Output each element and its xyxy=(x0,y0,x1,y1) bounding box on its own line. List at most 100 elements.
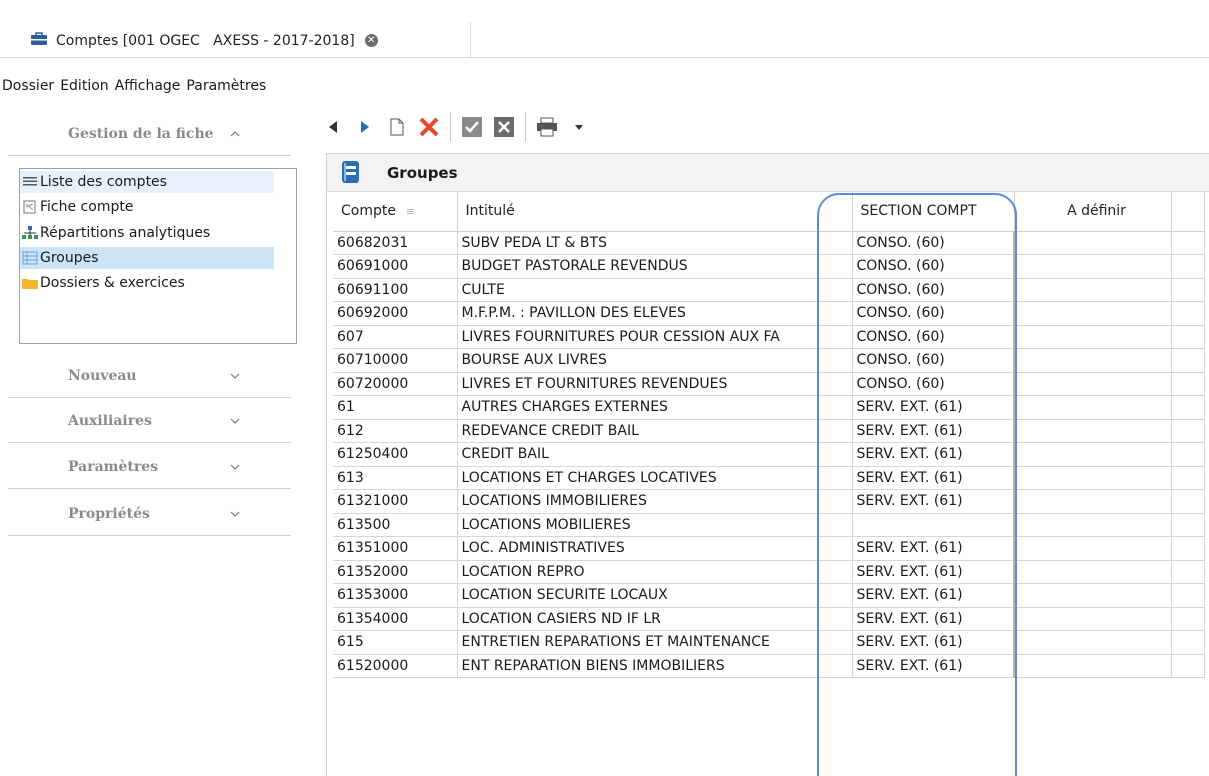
cell-compte[interactable]: 612 xyxy=(333,419,458,443)
column-header-section[interactable]: SECTION COMPT xyxy=(852,192,1015,232)
cell-section[interactable]: CONSO. (60) xyxy=(852,278,1015,302)
cell-section[interactable]: SERV. EXT. (61) xyxy=(852,489,1015,514)
cell-section[interactable]: CONSO. (60) xyxy=(852,372,1015,396)
menu-affichage[interactable]: Affichage xyxy=(115,78,181,94)
cell-compte[interactable]: 607 xyxy=(333,325,458,349)
cell-section[interactable]: CONSO. (60) xyxy=(852,325,1015,349)
section-auxiliaires[interactable]: Auxiliaires xyxy=(8,399,291,443)
table-row[interactable]: 60691000 BUDGET PASTORALE REVENDUS CONSO. … xyxy=(333,254,1205,279)
table-row[interactable]: 61354000 LOCATION CASIERS ND IF LR SERV. E… xyxy=(333,607,1205,631)
cell-a-definir[interactable] xyxy=(1014,536,1172,561)
cell-intitule[interactable]: LOC. ADMINISTRATIVES xyxy=(457,536,853,561)
delete-icon[interactable] xyxy=(416,114,442,140)
table-row[interactable]: 61352000 LOCATION REPRO SERV. EXT. (61) xyxy=(333,560,1205,584)
cell-intitule[interactable]: LOCATIONS MOBILIERES xyxy=(457,513,853,537)
cell-section[interactable]: SERV. EXT. (61) xyxy=(852,560,1015,584)
cell-a-definir[interactable] xyxy=(1014,419,1172,443)
cell-compte[interactable]: 60692000 xyxy=(333,301,458,326)
next-icon[interactable] xyxy=(352,114,378,140)
sort-icon[interactable]: ≡ xyxy=(406,205,415,218)
cell-compte[interactable]: 61 xyxy=(333,395,458,420)
table-row[interactable]: 612 REDEVANCE CREDIT BAIL SERV. EXT. (61) xyxy=(333,419,1205,443)
new-document-icon[interactable] xyxy=(384,114,410,140)
column-header-intitule[interactable]: Intitulé xyxy=(457,192,853,232)
table-row[interactable]: 613 LOCATIONS ET CHARGES LOCATIVES SERV. E… xyxy=(333,466,1205,490)
table-row[interactable]: 60692000 M.F.P.M. : PAVILLON DES ELEVES CO… xyxy=(333,301,1205,326)
cell-intitule[interactable]: CULTE xyxy=(457,278,853,302)
cell-intitule[interactable]: CREDIT BAIL xyxy=(457,442,853,467)
cell-section[interactable]: SERV. EXT. (61) xyxy=(852,536,1015,561)
close-icon[interactable]: ✕ xyxy=(364,34,378,47)
cell-section[interactable]: SERV. EXT. (61) xyxy=(852,419,1015,443)
print-icon[interactable] xyxy=(534,114,560,140)
table-row[interactable]: 61353000 LOCATION SECURITE LOCAUX SERV. EX… xyxy=(333,583,1205,608)
column-header-a-definir[interactable]: A définir xyxy=(1014,192,1172,232)
cell-a-definir[interactable] xyxy=(1014,301,1172,326)
cell-compte[interactable]: 61354000 xyxy=(333,607,458,631)
cell-compte[interactable]: 61352000 xyxy=(333,560,458,584)
cell-intitule[interactable]: LOCATION CASIERS ND IF LR xyxy=(457,607,853,631)
cell-intitule[interactable]: M.F.P.M. : PAVILLON DES ELEVES xyxy=(457,301,853,326)
cell-section[interactable]: CONSO. (60) xyxy=(852,301,1015,326)
cell-a-definir[interactable] xyxy=(1014,560,1172,584)
cell-intitule[interactable]: ENT REPARATION BIENS IMMOBILIERS xyxy=(457,654,853,678)
document-tab[interactable]: Comptes [001 OGEC AXESS - 2017-2018] ✕ xyxy=(20,23,388,58)
cell-intitule[interactable]: ENTRETIEN REPARATIONS ET MAINTENANCE xyxy=(457,630,853,655)
table-row[interactable]: 613500 LOCATIONS MOBILIERES xyxy=(333,513,1205,537)
cell-intitule[interactable]: LOCATION REPRO xyxy=(457,560,853,584)
cell-compte[interactable]: 60691100 xyxy=(333,278,458,302)
cell-compte[interactable]: 615 xyxy=(333,630,458,655)
cell-compte[interactable]: 613500 xyxy=(333,513,458,537)
menu-dossier[interactable]: Dossier xyxy=(2,78,54,94)
menu-edition[interactable]: Edition xyxy=(60,78,108,94)
cell-compte[interactable]: 61321000 xyxy=(333,489,458,514)
cell-compte[interactable]: 613 xyxy=(333,466,458,490)
column-header-compte[interactable]: Compte ≡ xyxy=(333,192,458,232)
cell-a-definir[interactable] xyxy=(1014,607,1172,631)
cell-a-definir[interactable] xyxy=(1014,466,1172,490)
cell-compte[interactable]: 60682031 xyxy=(333,231,458,255)
cell-intitule[interactable]: BOURSE AUX LIVRES xyxy=(457,348,853,373)
cell-intitule[interactable]: SUBV PEDA LT & BTS xyxy=(457,231,853,255)
cell-intitule[interactable]: LIVRES ET FOURNITURES REVENDUES xyxy=(457,372,853,396)
menu-parametres[interactable]: Paramètres xyxy=(186,78,266,94)
prev-icon[interactable] xyxy=(320,114,346,140)
table-row[interactable]: 60710000 BOURSE AUX LIVRES CONSO. (60) xyxy=(333,348,1205,373)
nav-item-liste-comptes[interactable]: Liste des comptes xyxy=(20,171,274,193)
cell-section[interactable]: SERV. EXT. (61) xyxy=(852,654,1015,678)
cell-compte[interactable]: 61250400 xyxy=(333,442,458,467)
section-parametres[interactable]: Paramètres xyxy=(8,445,291,489)
cell-intitule[interactable]: BUDGET PASTORALE REVENDUS xyxy=(457,254,853,279)
cell-compte[interactable]: 60691000 xyxy=(333,254,458,279)
cell-section[interactable]: SERV. EXT. (61) xyxy=(852,442,1015,467)
cell-a-definir[interactable] xyxy=(1014,254,1172,279)
cell-a-definir[interactable] xyxy=(1014,231,1172,255)
cell-a-definir[interactable] xyxy=(1014,278,1172,302)
cell-a-definir[interactable] xyxy=(1014,325,1172,349)
cell-compte[interactable]: 61520000 xyxy=(333,654,458,678)
table-row[interactable]: 60720000 LIVRES ET FOURNITURES REVENDUES C… xyxy=(333,372,1205,396)
table-row[interactable]: 61250400 CREDIT BAIL SERV. EXT. (61) xyxy=(333,442,1205,467)
cell-section[interactable] xyxy=(852,513,1015,537)
cell-section[interactable]: CONSO. (60) xyxy=(852,254,1015,279)
nav-item-groupes[interactable]: Groupes xyxy=(20,247,274,269)
table-row[interactable]: 60682031 SUBV PEDA LT & BTS CONSO. (60) xyxy=(333,231,1205,255)
cell-intitule[interactable]: LOCATION SECURITE LOCAUX xyxy=(457,583,853,608)
section-gestion[interactable]: Gestion de la fiche xyxy=(8,112,291,156)
cell-section[interactable]: SERV. EXT. (61) xyxy=(852,583,1015,608)
section-nouveau[interactable]: Nouveau xyxy=(8,354,291,398)
table-row[interactable]: 615 ENTRETIEN REPARATIONS ET MAINTENANCE S… xyxy=(333,630,1205,655)
table-row[interactable]: 607 LIVRES FOURNITURES POUR CESSION AUX F… xyxy=(333,325,1205,349)
cell-intitule[interactable]: LIVRES FOURNITURES POUR CESSION AUX FA xyxy=(457,325,853,349)
cell-a-definir[interactable] xyxy=(1014,489,1172,514)
cell-a-definir[interactable] xyxy=(1014,348,1172,373)
cell-compte[interactable]: 60710000 xyxy=(333,348,458,373)
cell-a-definir[interactable] xyxy=(1014,442,1172,467)
cell-section[interactable]: SERV. EXT. (61) xyxy=(852,630,1015,655)
cell-compte[interactable]: 61351000 xyxy=(333,536,458,561)
cell-section[interactable]: SERV. EXT. (61) xyxy=(852,607,1015,631)
validate-icon[interactable] xyxy=(459,114,485,140)
cell-a-definir[interactable] xyxy=(1014,630,1172,655)
cell-a-definir[interactable] xyxy=(1014,372,1172,396)
table-row[interactable]: 60691100 CULTE CONSO. (60) xyxy=(333,278,1205,302)
